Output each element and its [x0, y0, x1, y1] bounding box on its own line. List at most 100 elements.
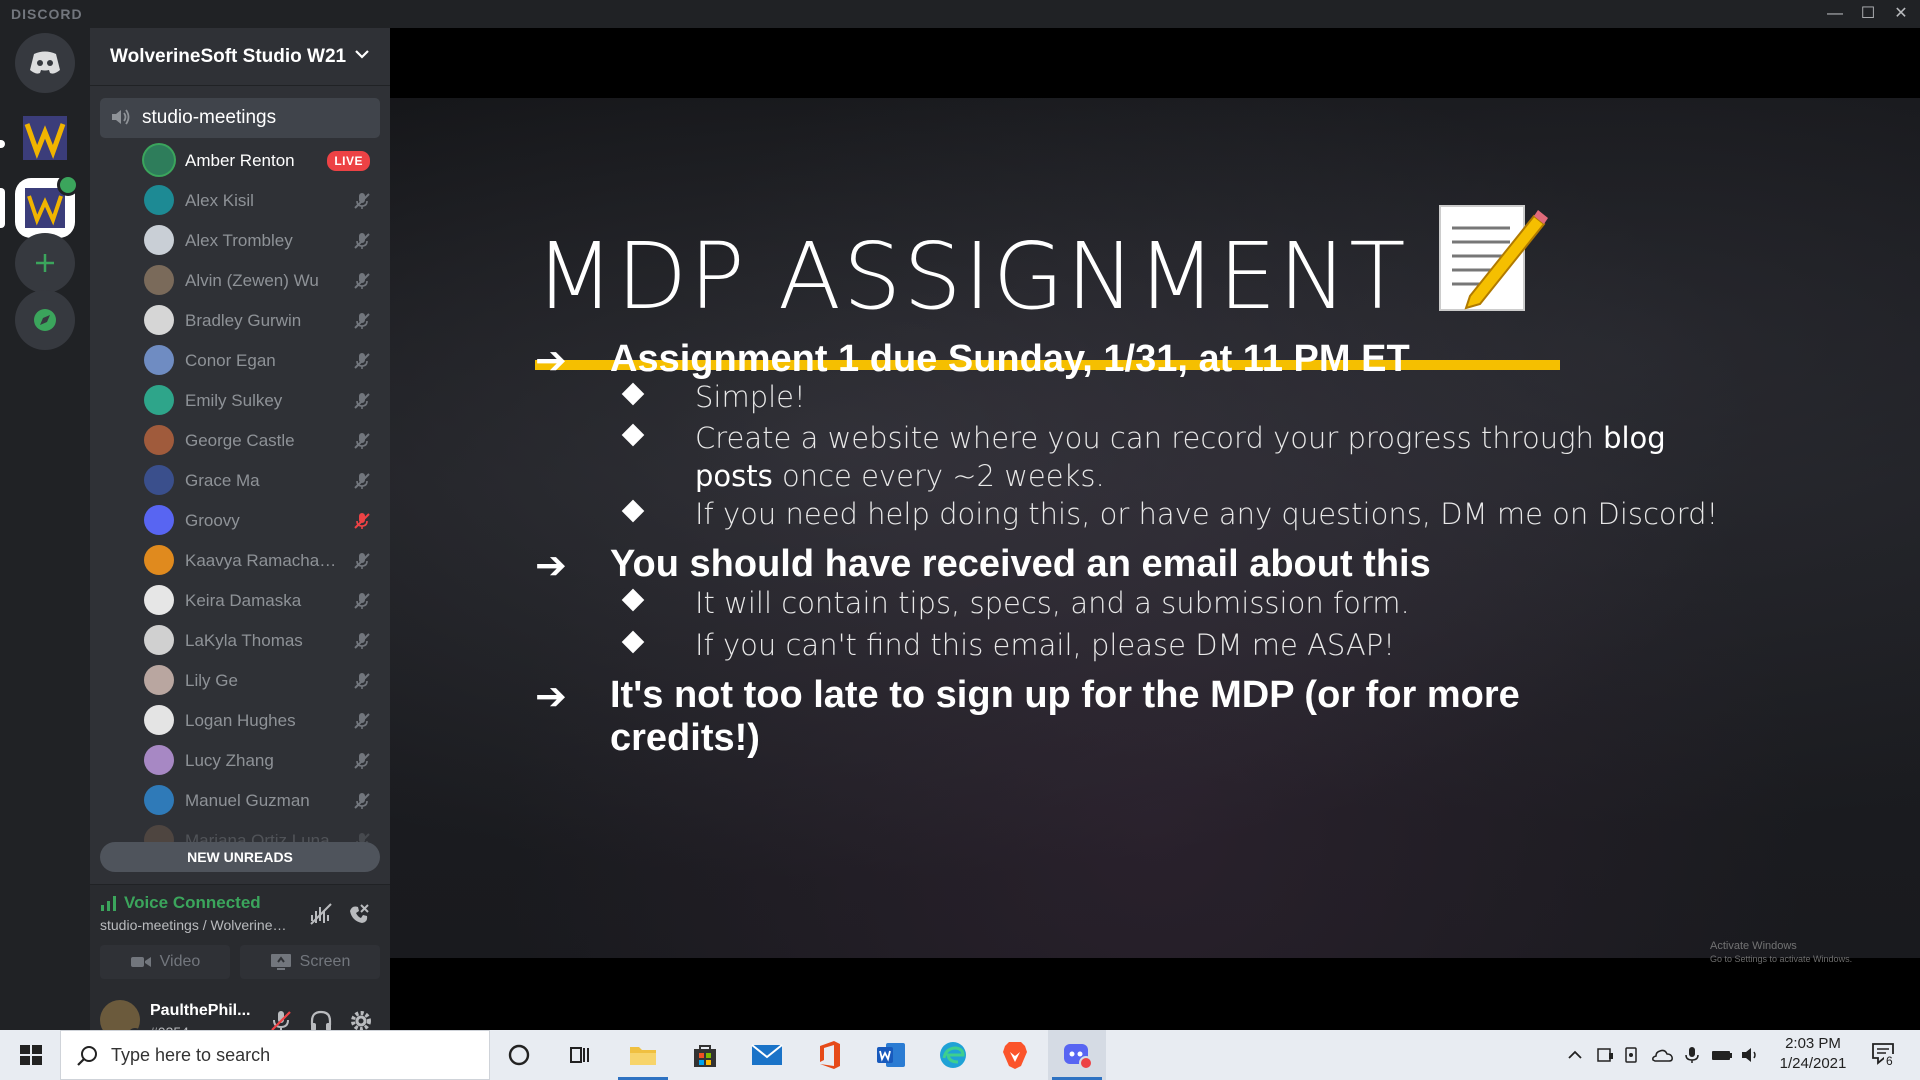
brave-button[interactable] [986, 1030, 1044, 1080]
taskbar-search[interactable]: Type here to search [60, 1030, 490, 1080]
chevron-down-icon [355, 50, 369, 59]
channel-sidebar: WolverineSoft Studio W21 studio-meetings… [90, 28, 390, 1058]
microphone-icon[interactable] [1682, 1046, 1702, 1064]
compass-icon [34, 309, 56, 331]
member-row[interactable]: Lily Ge [140, 663, 380, 699]
member-name: Bradley Gurwin [185, 311, 302, 330]
member-row[interactable]: Manuel Guzman [140, 783, 380, 819]
wolverinesoft-logo-icon [23, 116, 67, 160]
muted-mic-icon [354, 233, 370, 249]
home-button[interactable] [15, 33, 75, 93]
explore-servers-button[interactable] [15, 290, 75, 350]
member-row[interactable]: Alvin (Zewen) Wu [140, 263, 380, 299]
voice-status-text: Voice Connected [124, 893, 261, 912]
member-avatar [144, 385, 174, 415]
server-indicator [0, 140, 5, 148]
channel-name: studio-meetings [142, 107, 277, 128]
presentation-slide: MDP ASSIGNMENT ➔ Assignment 1 due Sunday,… [390, 98, 1920, 964]
screen-share-stream[interactable]: MDP ASSIGNMENT ➔ Assignment 1 due Sunday,… [390, 28, 1920, 1030]
microsoft-store-button[interactable] [676, 1030, 734, 1080]
bullet-text: Simple! [695, 380, 806, 414]
signal-icon [101, 896, 116, 911]
memo-icon [1439, 205, 1548, 311]
task-view-button[interactable] [550, 1030, 608, 1080]
member-row[interactable]: Emily Sulkey [140, 383, 380, 419]
voice-channel-studio-meetings[interactable]: studio-meetings [100, 98, 380, 138]
member-row[interactable]: Kaavya Ramachand... [140, 543, 380, 579]
member-name: Logan Hughes [185, 711, 296, 730]
onedrive-cloud-icon[interactable] [1650, 1046, 1674, 1064]
watermark-line-2: Go to Settings to activate Windows. [1710, 954, 1853, 964]
screen-share-button[interactable]: Screen [240, 945, 380, 979]
search-icon [77, 1046, 97, 1066]
minimize-button[interactable]: — [1820, 4, 1850, 24]
noise-suppression-icon[interactable] [308, 901, 334, 927]
member-row[interactable]: Conor Egan [140, 343, 380, 379]
member-name: Alex Trombley [185, 231, 293, 250]
volume-icon[interactable] [1740, 1046, 1760, 1064]
server-wolverinesoft[interactable] [15, 108, 75, 168]
battery-icon[interactable] [1710, 1046, 1734, 1064]
word-button[interactable] [862, 1030, 920, 1080]
file-explorer-button[interactable] [614, 1030, 672, 1080]
member-avatar [144, 665, 174, 695]
clock-date: 1/24/2021 [1779, 1055, 1847, 1072]
mail-button[interactable] [738, 1030, 796, 1080]
member-avatar [144, 625, 174, 655]
member-avatar [144, 785, 174, 815]
edge-button[interactable] [924, 1030, 982, 1080]
member-row[interactable]: LaKyla Thomas [140, 623, 380, 659]
maximize-button[interactable]: ☐ [1853, 4, 1883, 24]
bold-word: blog [1603, 421, 1666, 455]
close-button[interactable]: ✕ [1886, 4, 1916, 24]
slide-title: MDP ASSIGNMENT [535, 223, 1408, 330]
bullet-text: It's not too late to sign up for the MDP… [610, 674, 1520, 716]
voice-status[interactable]: Voice Connected [100, 893, 261, 913]
app-brand: DISCORD [11, 6, 83, 22]
member-row[interactable]: Keira Damaska [140, 583, 380, 619]
notification-count: 6 [1884, 1054, 1895, 1068]
add-server-button[interactable] [15, 233, 75, 293]
server-wolverinesoft-studio[interactable] [15, 174, 79, 238]
member-row[interactable]: Bradley Gurwin [140, 303, 380, 339]
show-hidden-icons-chevron-icon[interactable] [1565, 1046, 1585, 1064]
taskbar-clock[interactable]: 2:03 PM 1/24/2021 [1758, 1034, 1868, 1074]
sync-icon[interactable] [1622, 1046, 1642, 1064]
muted-mic-icon [354, 393, 370, 409]
discord-taskbar-icon [1064, 1044, 1093, 1070]
voice-active-badge [57, 174, 79, 196]
user-name[interactable]: PaulthePhil... [150, 1002, 260, 1020]
member-row[interactable]: Lucy Zhang [140, 743, 380, 779]
member-row[interactable]: Alex Trombley [140, 223, 380, 259]
bold-word: posts [695, 459, 773, 493]
action-center-button[interactable]: 6 [1870, 1040, 1900, 1070]
discord-taskbar-button[interactable] [1048, 1030, 1106, 1080]
muted-mic-icon [354, 313, 370, 329]
member-avatar [144, 185, 174, 215]
member-name: George Castle [185, 431, 295, 450]
bullet-text: posts once every ~2 weeks. [695, 459, 1105, 493]
device-icon[interactable] [1595, 1046, 1615, 1064]
cortana-button[interactable] [490, 1030, 548, 1080]
member-row[interactable]: Grace Ma [140, 463, 380, 499]
member-name: Lily Ge [185, 671, 238, 690]
muted-mic-icon [354, 553, 370, 569]
server-header[interactable]: WolverineSoft Studio W21 [90, 28, 390, 86]
member-row[interactable]: Groovy [140, 503, 380, 539]
voice-channel-path[interactable]: studio-meetings / WolverineSoft Studio W… [100, 917, 290, 933]
office-button[interactable] [800, 1030, 858, 1080]
disconnect-icon[interactable] [346, 901, 372, 927]
search-placeholder: Type here to search [111, 1045, 271, 1065]
plus-icon [36, 254, 54, 272]
member-row[interactable]: George Castle [140, 423, 380, 459]
muted-mic-icon [354, 433, 370, 449]
member-row[interactable]: Alex Kisil [140, 183, 380, 219]
video-button[interactable]: Video [100, 945, 230, 979]
member-name: Conor Egan [185, 351, 276, 370]
member-avatar [144, 545, 174, 575]
windows-start-icon[interactable] [10, 1038, 52, 1072]
diamond-bullet-icon [621, 382, 645, 406]
member-row[interactable]: Logan Hughes [140, 703, 380, 739]
new-unreads-bar[interactable]: NEW UNREADS [100, 842, 380, 872]
member-row[interactable]: Amber Renton LIVE [140, 143, 380, 179]
